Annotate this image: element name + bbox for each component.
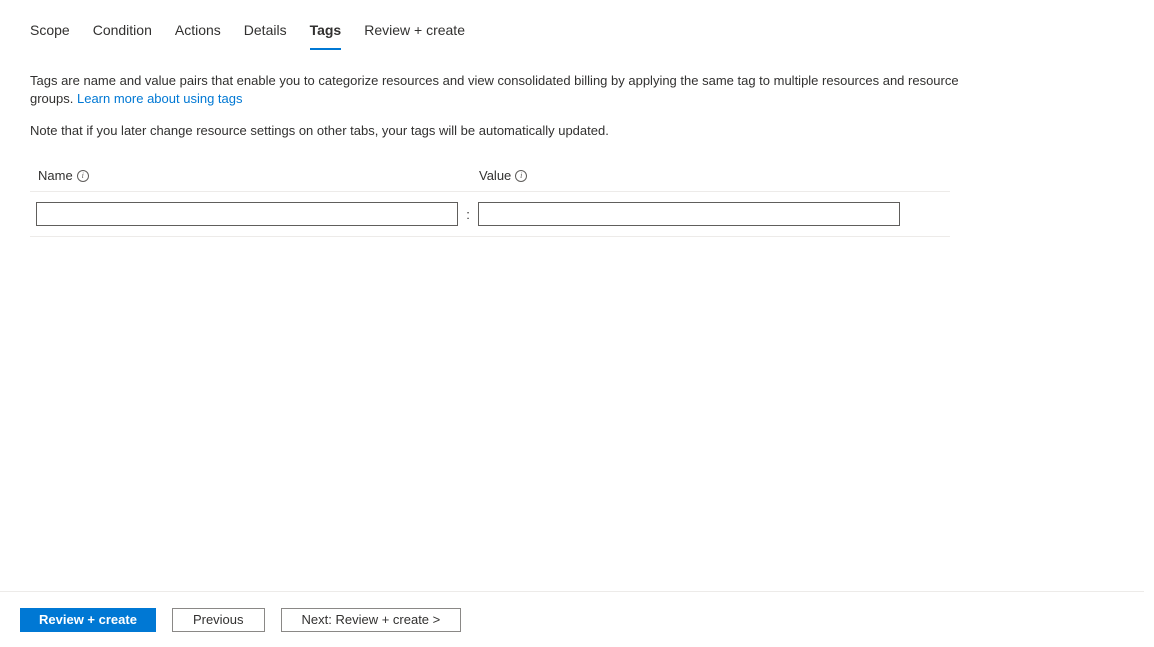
tab-tags[interactable]: Tags (310, 20, 342, 50)
tag-value-input[interactable] (478, 202, 900, 226)
column-header-value: Value i (475, 168, 527, 183)
previous-button[interactable]: Previous (172, 608, 265, 632)
tab-condition[interactable]: Condition (93, 20, 152, 50)
content-area: Scope Condition Actions Details Tags Rev… (0, 0, 1154, 590)
wizard-tabs: Scope Condition Actions Details Tags Rev… (30, 0, 1154, 50)
column-header-name: Name i (30, 168, 475, 183)
learn-more-link[interactable]: Learn more about using tags (77, 91, 243, 106)
info-icon[interactable]: i (515, 170, 527, 182)
column-header-name-label: Name (38, 168, 73, 183)
tab-scope[interactable]: Scope (30, 20, 70, 50)
info-icon[interactable]: i (77, 170, 89, 182)
tag-separator: : (458, 207, 478, 222)
tags-description: Tags are name and value pairs that enabl… (30, 72, 990, 108)
tab-review-create[interactable]: Review + create (364, 20, 465, 50)
tag-row: : (30, 202, 950, 237)
column-header-value-label: Value (479, 168, 511, 183)
tab-details[interactable]: Details (244, 20, 287, 50)
tags-table-header: Name i Value i (30, 168, 950, 192)
review-create-button[interactable]: Review + create (20, 608, 156, 632)
wizard-footer: Review + create Previous Next: Review + … (0, 591, 1144, 647)
tags-table: Name i Value i : (30, 168, 950, 237)
tag-name-input[interactable] (36, 202, 458, 226)
page-scroll-container[interactable]: Scope Condition Actions Details Tags Rev… (0, 0, 1154, 647)
tags-note: Note that if you later change resource s… (30, 122, 1154, 140)
next-button[interactable]: Next: Review + create > (281, 608, 462, 632)
tab-actions[interactable]: Actions (175, 20, 221, 50)
